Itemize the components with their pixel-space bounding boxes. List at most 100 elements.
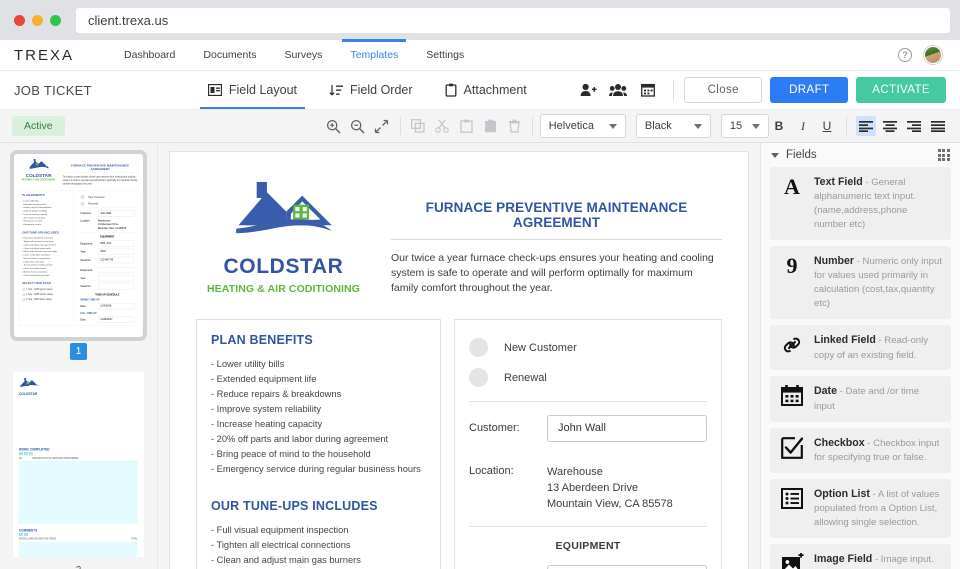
document-title-block: FURNACE PREVENTIVE MAINTENANCE AGREEMENT… <box>391 178 722 297</box>
equipment-section-title: EQUIPMENT <box>555 540 621 553</box>
address-bar[interactable]: client.trexa.us <box>76 7 950 33</box>
chevron-down-icon[interactable] <box>771 152 779 158</box>
divider <box>399 117 401 135</box>
align-center-button[interactable] <box>880 116 900 136</box>
nav-item-dashboard[interactable]: Dashboard <box>110 40 189 70</box>
field-card-option-list[interactable]: Option List - A list of values populated… <box>770 478 951 539</box>
close-button[interactable]: Close <box>684 77 763 103</box>
document-header: COLDSTAR HEATING & AIR CODITIONING FURNA… <box>196 178 722 297</box>
thumbnail-page-1[interactable]: COLDSTAR HEATING & AIR CODITIONING FURNA… <box>10 150 147 341</box>
nav-label: Dashboard <box>124 49 176 61</box>
align-right-button[interactable] <box>904 116 924 136</box>
option-renewal[interactable]: Renewal <box>469 363 707 393</box>
bold-button[interactable]: B <box>769 116 789 136</box>
thumbnail-item-2[interactable]: COLDSTAR WORK COMPLETED No. DESCRIPTION … <box>0 372 157 569</box>
tab-attachment[interactable]: Attachment <box>429 71 543 109</box>
add-user-icon[interactable] <box>573 77 603 103</box>
underline-button[interactable]: U <box>817 116 837 136</box>
zoom-out-icon[interactable] <box>347 115 369 137</box>
tab-field-order[interactable]: Field Order <box>313 71 429 109</box>
tab-field-layout[interactable]: Field Layout <box>192 71 313 109</box>
align-left-button[interactable] <box>856 116 876 136</box>
company-name: COLDSTAR <box>223 255 344 278</box>
document-title[interactable]: FURNACE PREVENTIVE MAINTENANCE AGREEMENT <box>391 200 722 240</box>
document-page[interactable]: COLDSTAR HEATING & AIR CODITIONING FURNA… <box>169 151 749 569</box>
field-card-date[interactable]: Date - Date and /or time input <box>770 376 951 422</box>
help-icon[interactable]: ? <box>898 48 912 62</box>
nav-item-templates[interactable]: Templates <box>336 39 412 70</box>
font-color-select[interactable]: Black <box>635 114 711 138</box>
list-item: - Increase heating capacity <box>211 418 323 429</box>
field-card-text: Linked Field - Read-only copy of an exis… <box>814 333 942 362</box>
align-justify-button[interactable] <box>928 116 948 136</box>
field-card-image-field[interactable]: Image Field - Image input. <box>770 544 951 569</box>
font-size-select[interactable]: 15 <box>720 114 769 138</box>
field-card-name: Linked Field <box>814 334 876 347</box>
tuneups-title: OUR TUNE-UPS INCLUDES <box>211 499 378 514</box>
radio-icon[interactable] <box>469 368 488 388</box>
plan-benefits-title: PLAN BENEFITS <box>211 332 313 347</box>
close-window-button[interactable] <box>14 14 25 26</box>
field-card-checkbox[interactable]: Checkbox - Checkbox input for specifying… <box>770 427 951 473</box>
help-glyph: ? <box>902 50 908 60</box>
nav-right: ? <box>898 46 946 64</box>
paste-special-icon[interactable] <box>479 115 501 137</box>
format-group: B I U <box>769 116 948 136</box>
tab-label: Attachment <box>463 83 527 97</box>
location-value[interactable]: Warehouse 13 Aberdeen Drive Mountain Vie… <box>547 465 673 513</box>
thumbnail-page-number: 2 <box>70 562 87 569</box>
calendar-icon[interactable] <box>633 77 663 103</box>
thumbnail-item-1[interactable]: COLDSTAR HEATING & AIR CODITIONING FURNA… <box>0 150 157 372</box>
equipment-input[interactable]: DBX -21A <box>547 565 707 569</box>
nav-item-settings[interactable]: Settings <box>412 40 478 70</box>
group-users-icon[interactable] <box>603 77 633 103</box>
customer-panel[interactable]: New Customer Renewal Customer: John Wall… <box>454 318 722 569</box>
field-card-name: Image Field <box>814 553 873 566</box>
font-family-select[interactable]: Helvetica <box>539 114 626 138</box>
option-new-customer[interactable]: New Customer <box>469 333 707 363</box>
checkbox-icon <box>779 436 805 459</box>
field-card-text-field[interactable]: A Text Field - General alphanumeric text… <box>770 167 951 241</box>
ticket-actions: Close DRAFT ACTIVATE <box>573 77 946 103</box>
font-family-value: Helvetica <box>548 120 594 132</box>
fields-panel-header[interactable]: Fields <box>761 143 960 167</box>
document-intro[interactable]: Our twice a year furnace check-ups ensur… <box>391 251 722 297</box>
paste-icon[interactable] <box>455 115 477 137</box>
list-item: - Full visual equipment inspection <box>211 525 349 536</box>
maximize-window-button[interactable] <box>50 14 61 26</box>
grid-view-icon[interactable] <box>937 148 950 162</box>
avatar[interactable] <box>924 46 942 64</box>
zoom-in-icon[interactable] <box>323 115 345 137</box>
document-canvas[interactable]: COLDSTAR HEATING & AIR CODITIONING FURNA… <box>158 143 760 569</box>
list-item: - Extended equipment life <box>211 373 317 384</box>
thumbnail-page-2[interactable]: COLDSTAR WORK COMPLETED No. DESCRIPTION … <box>13 372 144 557</box>
field-card-linked-field[interactable]: Linked Field - Read-only copy of an exis… <box>770 325 951 371</box>
chevron-down-icon <box>693 123 702 129</box>
field-card-text: Text Field - General alphanumeric text i… <box>814 175 942 232</box>
address-line: Warehouse <box>547 465 603 478</box>
customer-input[interactable]: John Wall <box>547 414 707 442</box>
divider <box>469 400 707 402</box>
location-label: Location: <box>469 464 514 477</box>
benefits-panel[interactable]: PLAN BENEFITS - Lower utility bills - Ex… <box>196 318 441 569</box>
chevron-down-icon <box>608 123 617 129</box>
copy-icon[interactable] <box>407 115 429 137</box>
plan-benefits-list: - Lower utility bills - Extended equipme… <box>211 357 426 477</box>
font-color-value: Black <box>644 120 672 132</box>
nav-item-surveys[interactable]: Surveys <box>271 40 337 70</box>
field-card-number[interactable]: 9 Number - Numeric only input for values… <box>770 246 951 320</box>
nav-item-documents[interactable]: Documents <box>189 40 270 70</box>
list-item: - Tighten all electrical connections <box>211 540 351 551</box>
cut-icon[interactable] <box>431 115 453 137</box>
draft-button[interactable]: DRAFT <box>770 77 849 103</box>
nav-items: Dashboard Documents Surveys Templates Se… <box>110 39 478 70</box>
app-logo[interactable]: TREXA <box>14 47 74 64</box>
radio-icon[interactable] <box>469 338 488 358</box>
minimize-window-button[interactable] <box>32 14 43 26</box>
zoom-tools <box>323 115 393 137</box>
delete-icon[interactable] <box>503 115 525 137</box>
italic-button[interactable]: I <box>793 116 813 136</box>
fit-screen-icon[interactable] <box>371 115 393 137</box>
field-order-icon <box>329 84 343 97</box>
activate-button[interactable]: ACTIVATE <box>856 77 946 103</box>
